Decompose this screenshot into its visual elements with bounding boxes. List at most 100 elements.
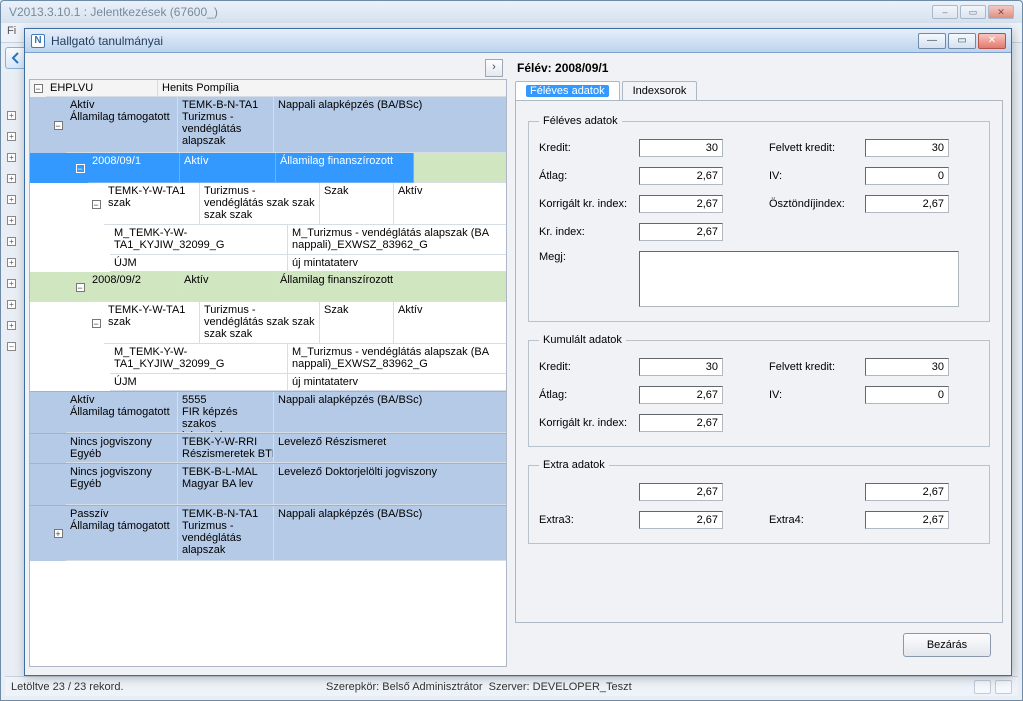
status-server: Szerver: DEVELOPER_Teszt <box>489 681 632 693</box>
textarea-megj[interactable] <box>639 251 959 307</box>
label-osztondij-index: Ösztöndíjindex: <box>769 198 865 210</box>
programme-schedtype: Levelező Doktorjelölti jogviszony <box>274 464 506 505</box>
value-kredit[interactable]: 30 <box>639 139 723 157</box>
tree-semester-row[interactable]: − 2008/09/2 Aktív Államilag finanszírozo… <box>30 272 506 302</box>
collapse-icon[interactable]: − <box>34 84 43 93</box>
parent-window-controls: – ▭ ✕ <box>932 5 1014 19</box>
tree-curriculum-row[interactable]: M_TEMK-Y-W-TA1_KYJIW_32099_G M_Turizmus … <box>30 344 506 374</box>
expand-icon[interactable]: + <box>54 529 63 538</box>
status-records: Letöltve 23 / 23 rekord. <box>11 681 326 693</box>
plus-icon[interactable]: + <box>7 174 16 183</box>
value-felvett-kredit[interactable]: 30 <box>865 139 949 157</box>
plus-icon[interactable]: + <box>7 132 16 141</box>
programme-status: Passzív <box>70 508 173 520</box>
value-iv[interactable]: 0 <box>865 386 949 404</box>
label-korrigalt-index: Korrigált kr. index: <box>539 198 639 210</box>
tabstrip: Féléves adatok Indexsorok <box>515 81 1003 101</box>
collapse-icon[interactable]: − <box>54 121 63 130</box>
programme-funding: Egyéb <box>70 448 173 460</box>
status-role: Szerepkör: Belső Adminisztrátor <box>326 681 483 693</box>
minimize-button[interactable]: — <box>918 33 946 49</box>
plus-icon[interactable]: + <box>7 216 16 225</box>
plus-icon[interactable]: + <box>7 153 16 162</box>
tree-semester-row-selected[interactable]: − 2008/09/1 Aktív Államilag finanszírozo… <box>30 153 506 183</box>
tree-programme-row[interactable]: − Aktív Államilag támogatott TEMK-B-N-TA… <box>30 97 506 153</box>
collapse-icon[interactable]: − <box>76 164 85 173</box>
plus-icon[interactable]: + <box>7 111 16 120</box>
plus-icon[interactable]: + <box>7 321 16 330</box>
programme-code: TEMK-B-N-TA1 <box>182 99 269 111</box>
value-iv[interactable]: 0 <box>865 167 949 185</box>
minimize-icon[interactable]: – <box>932 5 958 19</box>
app-icon: N <box>31 34 45 48</box>
plus-icon[interactable]: + <box>7 300 16 309</box>
curriculum-desc: új mintataterv <box>288 255 506 272</box>
tree-curriculum-row[interactable]: ÚJM új mintataterv <box>30 374 506 391</box>
programme-schedtype: Nappali alapképzés (BA/BSc) <box>274 97 506 153</box>
parent-statusbar: Letöltve 23 / 23 rekord. Szerepkör: Bels… <box>5 676 1018 696</box>
tree-curriculum-row[interactable]: ÚJM új mintataterv <box>30 255 506 272</box>
semester-funding: Államilag finanszírozott <box>276 153 414 183</box>
group-semester-data: Féléves adatok Kredit: 30 Felvett kredit… <box>528 115 990 322</box>
dialog-button-bar: Bezárás <box>515 623 1003 667</box>
navigate-right-button[interactable]: › <box>485 59 503 77</box>
collapse-icon[interactable]: − <box>76 283 85 292</box>
subject-code2: szak <box>108 197 195 209</box>
tree-programme-row[interactable]: Nincs jogviszony Egyéb TEBK-B-L-MAL Magy… <box>30 463 506 505</box>
tab-label: Féléves adatok <box>526 85 609 97</box>
study-tree[interactable]: − EHPLVU Henits Pompília − Aktív Államil… <box>29 79 507 667</box>
programme-code: TEBK-B-L-MAL <box>182 466 269 478</box>
close-dialog-button[interactable]: Bezárás <box>903 633 991 657</box>
value-extra4[interactable]: 2,67 <box>865 511 949 529</box>
close-button[interactable]: ✕ <box>978 33 1006 49</box>
tree-programme-row[interactable]: Aktív Államilag támogatott 5555 FIR képz… <box>30 391 506 433</box>
curriculum-code: M_TEMK-Y-W-TA1_KYJIW_32099_G <box>110 344 288 374</box>
value-atlag[interactable]: 2,67 <box>639 167 723 185</box>
tree-subject-row[interactable]: − TEMK-Y-W-TA1 szak Turizmus - vendéglát… <box>30 302 506 344</box>
tree-curriculum-row[interactable]: M_TEMK-Y-W-TA1_KYJIW_32099_G M_Turizmus … <box>30 225 506 255</box>
close-icon[interactable]: ✕ <box>988 5 1014 19</box>
tree-subject-row[interactable]: − TEMK-Y-W-TA1 szak Turizmus - vendéglát… <box>30 183 506 225</box>
minus-icon[interactable]: – <box>7 342 16 351</box>
semester-header: Félév: 2008/09/1 <box>515 59 1003 81</box>
tab-semester-data[interactable]: Féléves adatok <box>515 81 620 100</box>
tree-programme-row[interactable]: + Passzív Államilag támogatott TEMK-B-N-… <box>30 505 506 561</box>
label-iv: IV: <box>769 170 865 182</box>
value-kredit[interactable]: 30 <box>639 358 723 376</box>
programme-funding: Államilag támogatott <box>70 520 173 532</box>
value-korrigalt-index[interactable]: 2,67 <box>639 195 723 213</box>
value-kr-index[interactable]: 2,67 <box>639 223 723 241</box>
value-extra3[interactable]: 2,67 <box>639 511 723 529</box>
subject-state: Aktív <box>394 302 506 344</box>
value-extra2[interactable]: 2,67 <box>865 483 949 501</box>
plus-icon[interactable]: + <box>7 258 16 267</box>
value-atlag[interactable]: 2,67 <box>639 386 723 404</box>
subject-code2: szak <box>108 316 195 328</box>
semester-code: 2008/09/1 <box>88 153 180 183</box>
group-legend: Féléves adatok <box>539 115 622 127</box>
maximize-button[interactable]: ▭ <box>948 33 976 49</box>
label-extra4: Extra4: <box>769 514 865 526</box>
tab-label: Indexsorok <box>633 85 687 97</box>
label-kredit: Kredit: <box>539 361 639 373</box>
maximize-icon[interactable]: ▭ <box>960 5 986 19</box>
value-osztondij-index[interactable]: 2,67 <box>865 195 949 213</box>
value-korrigalt-index[interactable]: 2,67 <box>639 414 723 432</box>
label-extra3: Extra3: <box>539 514 639 526</box>
plus-icon[interactable]: + <box>7 279 16 288</box>
collapse-icon[interactable]: − <box>92 200 101 209</box>
programme-desc: Részismeretek BTK <box>182 448 269 460</box>
plus-icon[interactable]: + <box>7 195 16 204</box>
value-extra1[interactable]: 2,67 <box>639 483 723 501</box>
tree-root-row[interactable]: − EHPLVU Henits Pompília <box>30 80 506 97</box>
programme-status: Aktív <box>70 394 173 406</box>
plus-icon[interactable]: + <box>7 237 16 246</box>
curriculum-desc: M_Turizmus - vendéglátás alapszak (BA na… <box>288 225 506 255</box>
dialog-titlebar[interactable]: N Hallgató tanulmányai — ▭ ✕ <box>25 29 1011 53</box>
value-felvett-kredit[interactable]: 30 <box>865 358 949 376</box>
programme-funding: Államilag támogatott <box>70 111 173 123</box>
collapse-icon[interactable]: − <box>92 319 101 328</box>
tab-index-rows[interactable]: Indexsorok <box>622 81 698 100</box>
curriculum-desc: új mintataterv <box>288 374 506 391</box>
tree-programme-row[interactable]: Nincs jogviszony Egyéb TEBK-Y-W-RRI Rész… <box>30 433 506 463</box>
